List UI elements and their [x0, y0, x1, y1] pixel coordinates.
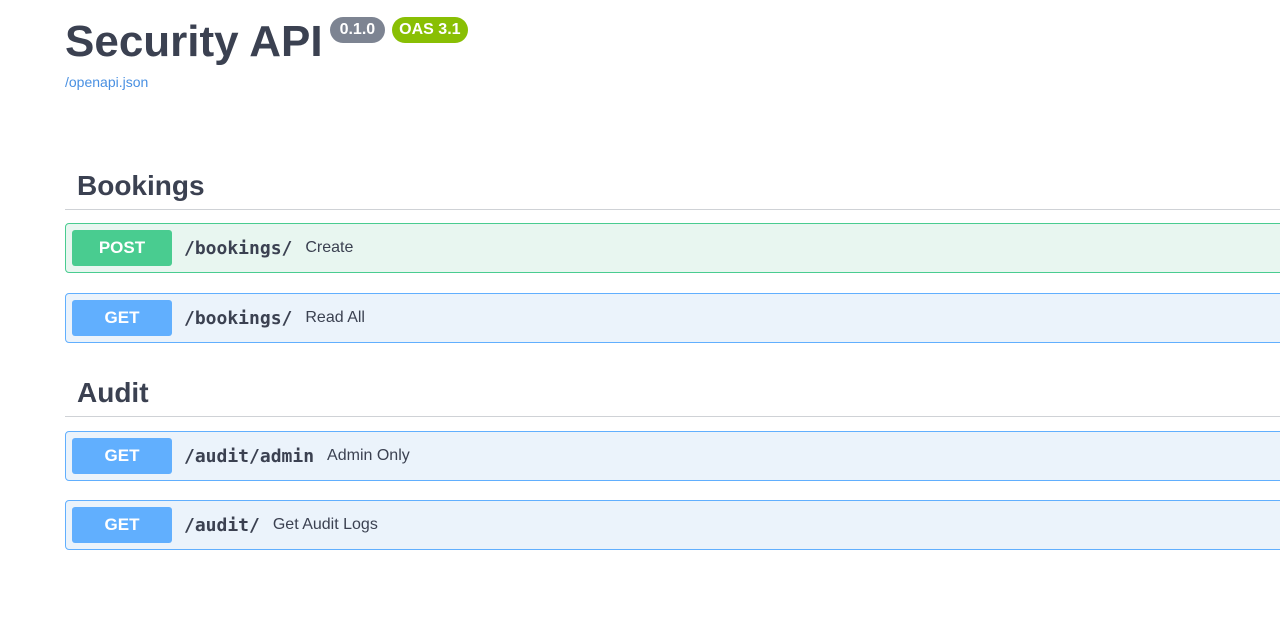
operation-summary: Read All — [305, 309, 365, 326]
operation-summary: Create — [305, 239, 354, 256]
section-audit: Audit GET /audit/admin Admin Only GET /a… — [65, 369, 1280, 550]
operation-path: /audit/ — [184, 514, 260, 536]
operation-summary: Get Audit Logs — [272, 516, 378, 533]
page-title: Security API — [65, 17, 323, 66]
operation-get-audit[interactable]: GET /audit/ Get Audit Logs — [65, 500, 1280, 550]
title-row: Security API 0.1.0 OAS 3.1 — [65, 12, 468, 72]
section-header-audit[interactable]: Audit — [65, 369, 1280, 417]
operation-path: /audit/admin — [184, 445, 315, 467]
section-header-bookings[interactable]: Bookings — [65, 162, 1280, 210]
operation-get-audit-admin[interactable]: GET /audit/admin Admin Only — [65, 431, 1280, 481]
api-info: Security API 0.1.0 OAS 3.1 /openapi.json — [65, 12, 468, 90]
method-badge: POST — [72, 230, 172, 266]
openapi-json-link[interactable]: /openapi.json — [65, 74, 468, 90]
operation-post-bookings[interactable]: POST /bookings/ Create — [65, 223, 1280, 273]
oas-badge: OAS 3.1 — [392, 17, 468, 43]
version-badge: 0.1.0 — [329, 17, 386, 43]
operation-path: /bookings/ — [184, 237, 293, 259]
operation-path: /bookings/ — [184, 307, 293, 329]
operation-summary: Admin Only — [327, 447, 410, 464]
operation-get-bookings[interactable]: GET /bookings/ Read All — [65, 293, 1280, 343]
method-badge: GET — [72, 507, 172, 543]
section-bookings: Bookings POST /bookings/ Create GET /boo… — [65, 162, 1280, 343]
method-badge: GET — [72, 300, 172, 336]
method-badge: GET — [72, 438, 172, 474]
